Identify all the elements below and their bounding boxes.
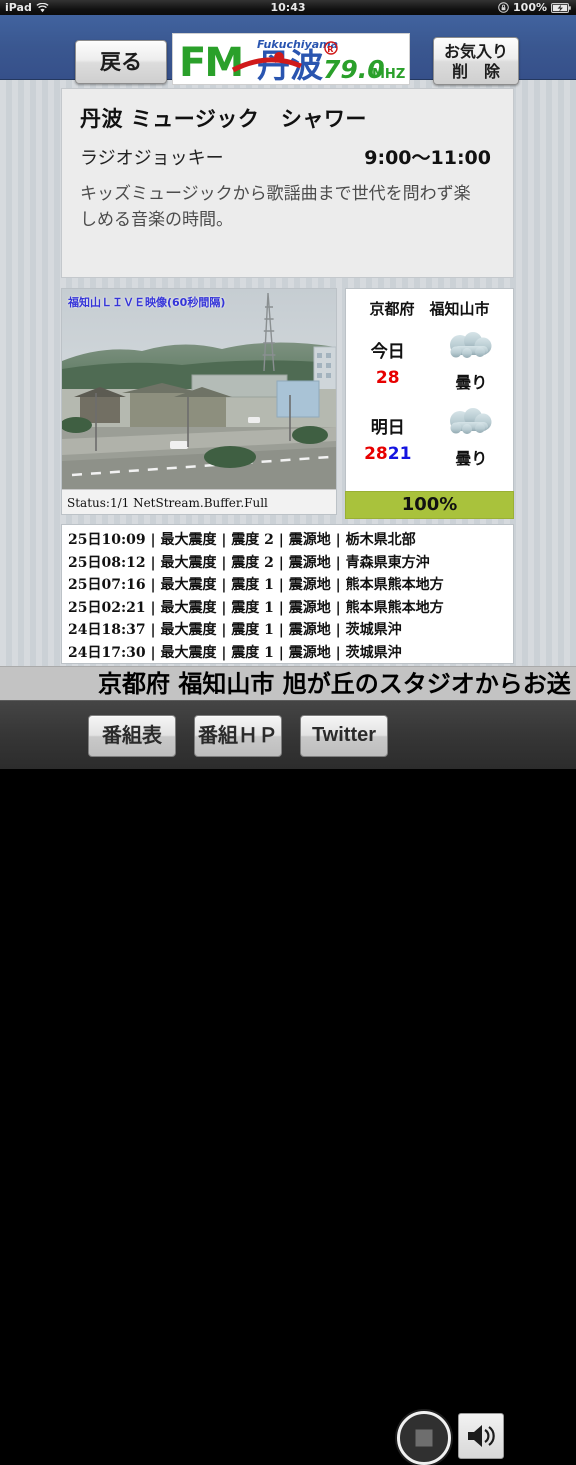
weather-today-name: 今日 [370,341,405,362]
favorite-delete-line2: 削 除 [451,62,500,81]
weather-day-tomorrow: 明日 2821 曇り [346,403,513,473]
rotation-lock-icon [498,2,509,13]
ios-status-bar: iPad 10:43 100% [0,0,576,15]
program-homepage-button[interactable]: 番組ＨＰ [194,715,282,757]
battery-charging-icon [551,2,571,13]
status-bar-right: 100% [498,0,571,15]
back-button[interactable]: 戻る [75,40,167,84]
list-item: 25日10:09 | 最大震度 | 震度 2 | 震源地 | 栃木県北部 [68,532,416,548]
list-item: 24日18:37 | 最大震度 | 震度 1 | 震源地 | 茨城県沖 [68,622,402,638]
station-logo: FM Fukuchiyama 丹波 R 79.0 MHZ [172,33,410,85]
ticker-text: 京都府 福知山市 旭が丘のスタジオからお送 [98,670,571,698]
weather-today-left: 今日 28 [346,337,430,388]
weather-tomorrow-right: 曇り [430,407,514,469]
app-header: 戻る FM Fukuchiyama 丹波 R 79.0 MHZ お気入り 削 除 [0,15,576,85]
program-title: 丹波 ミュージック シャワー [80,107,367,131]
favorite-delete-button[interactable]: お気入り 削 除 [433,37,519,85]
program-schedule-button[interactable]: 番組表 [88,715,176,757]
scrolling-ticker: 京都府 福知山市 旭が丘のスタジオからお送 [0,666,576,701]
list-item: 24日17:30 | 最大震度 | 震度 1 | 震源地 | 茨城県沖 [68,644,402,661]
favorite-delete-line1: お気入り [443,42,508,61]
app-root: iPad 10:43 100% 戻る FM Fukuchiyama 丹波 R 7… [0,0,576,1465]
status-bar-clock: 10:43 [270,1,306,14]
stop-icon [415,1429,433,1447]
weather-tomorrow-condition: 曇り [455,449,488,468]
camera-label: 福知山ＬＩＶＥ映像(60秒間隔) [68,296,226,309]
weather-tomorrow-left: 明日 2821 [346,413,430,464]
camera-status: Status:1/1 NetStream.Buffer.Full [62,489,336,514]
weather-tomorrow-temps: 2821 [346,444,430,464]
weather-tomorrow-high: 28 [364,443,388,464]
weather-tomorrow-low: 21 [387,443,412,464]
list-item: 25日02:21 | 最大震度 | 震度 1 | 震源地 | 熊本県熊本地方 [68,599,444,616]
twitter-button[interactable]: Twitter [300,715,388,757]
weather-panel: 京都府 福知山市 今日 28 曇り 明日 2821 曇り [345,288,514,515]
list-item: 25日08:12 | 最大震度 | 震度 2 | 震源地 | 青森県東方沖 [68,554,430,571]
buffer-progress-bar: 100% [345,491,514,519]
program-info-panel: 丹波 ミュージック シャワー ラジオジョッキー 9:00〜11:00 キッズミュ… [61,88,514,278]
svg-text:MHZ: MHZ [372,67,405,82]
weather-today-condition: 曇り [455,373,488,392]
program-dj: ラジオジョッキー [80,148,224,169]
bottom-toolbar: 番組表 番組ＨＰ Twitter [0,700,576,1465]
cloud-icon [430,407,514,441]
program-meta-row: ラジオジョッキー 9:00〜11:00 [80,143,495,170]
weather-today-high: 28 [375,367,400,388]
weather-region: 京都府 福知山市 [369,300,490,318]
battery-percent-label: 100% [513,1,547,14]
program-time: 9:00〜11:00 [364,147,491,169]
weather-today-right: 曇り [430,331,514,393]
volume-button[interactable] [458,1413,504,1459]
list-item: 25日07:16 | 最大震度 | 震度 1 | 震源地 | 熊本県熊本地方 [68,577,444,593]
live-camera-panel[interactable]: 福知山ＬＩＶＥ映像(60秒間隔) Status:1/1 NetStream.Bu… [61,288,337,515]
live-camera-image: 福知山ＬＩＶＥ映像(60秒間隔) [62,289,336,489]
weather-tomorrow-name: 明日 [370,417,405,438]
stop-button[interactable] [397,1411,451,1465]
svg-text:FM: FM [179,40,242,82]
cloud-icon [430,331,514,365]
svg-text:R: R [327,45,333,54]
weather-day-today: 今日 28 曇り [346,327,513,397]
program-description: キッズミュージックから歌謡曲まで世代を問わず楽しめる音楽の時間。 [80,184,471,230]
earthquake-list[interactable]: 25日10:09 | 最大震度 | 震度 2 | 震源地 | 栃木県北部 25日… [61,524,514,664]
weather-today-temps: 28 [346,368,430,388]
